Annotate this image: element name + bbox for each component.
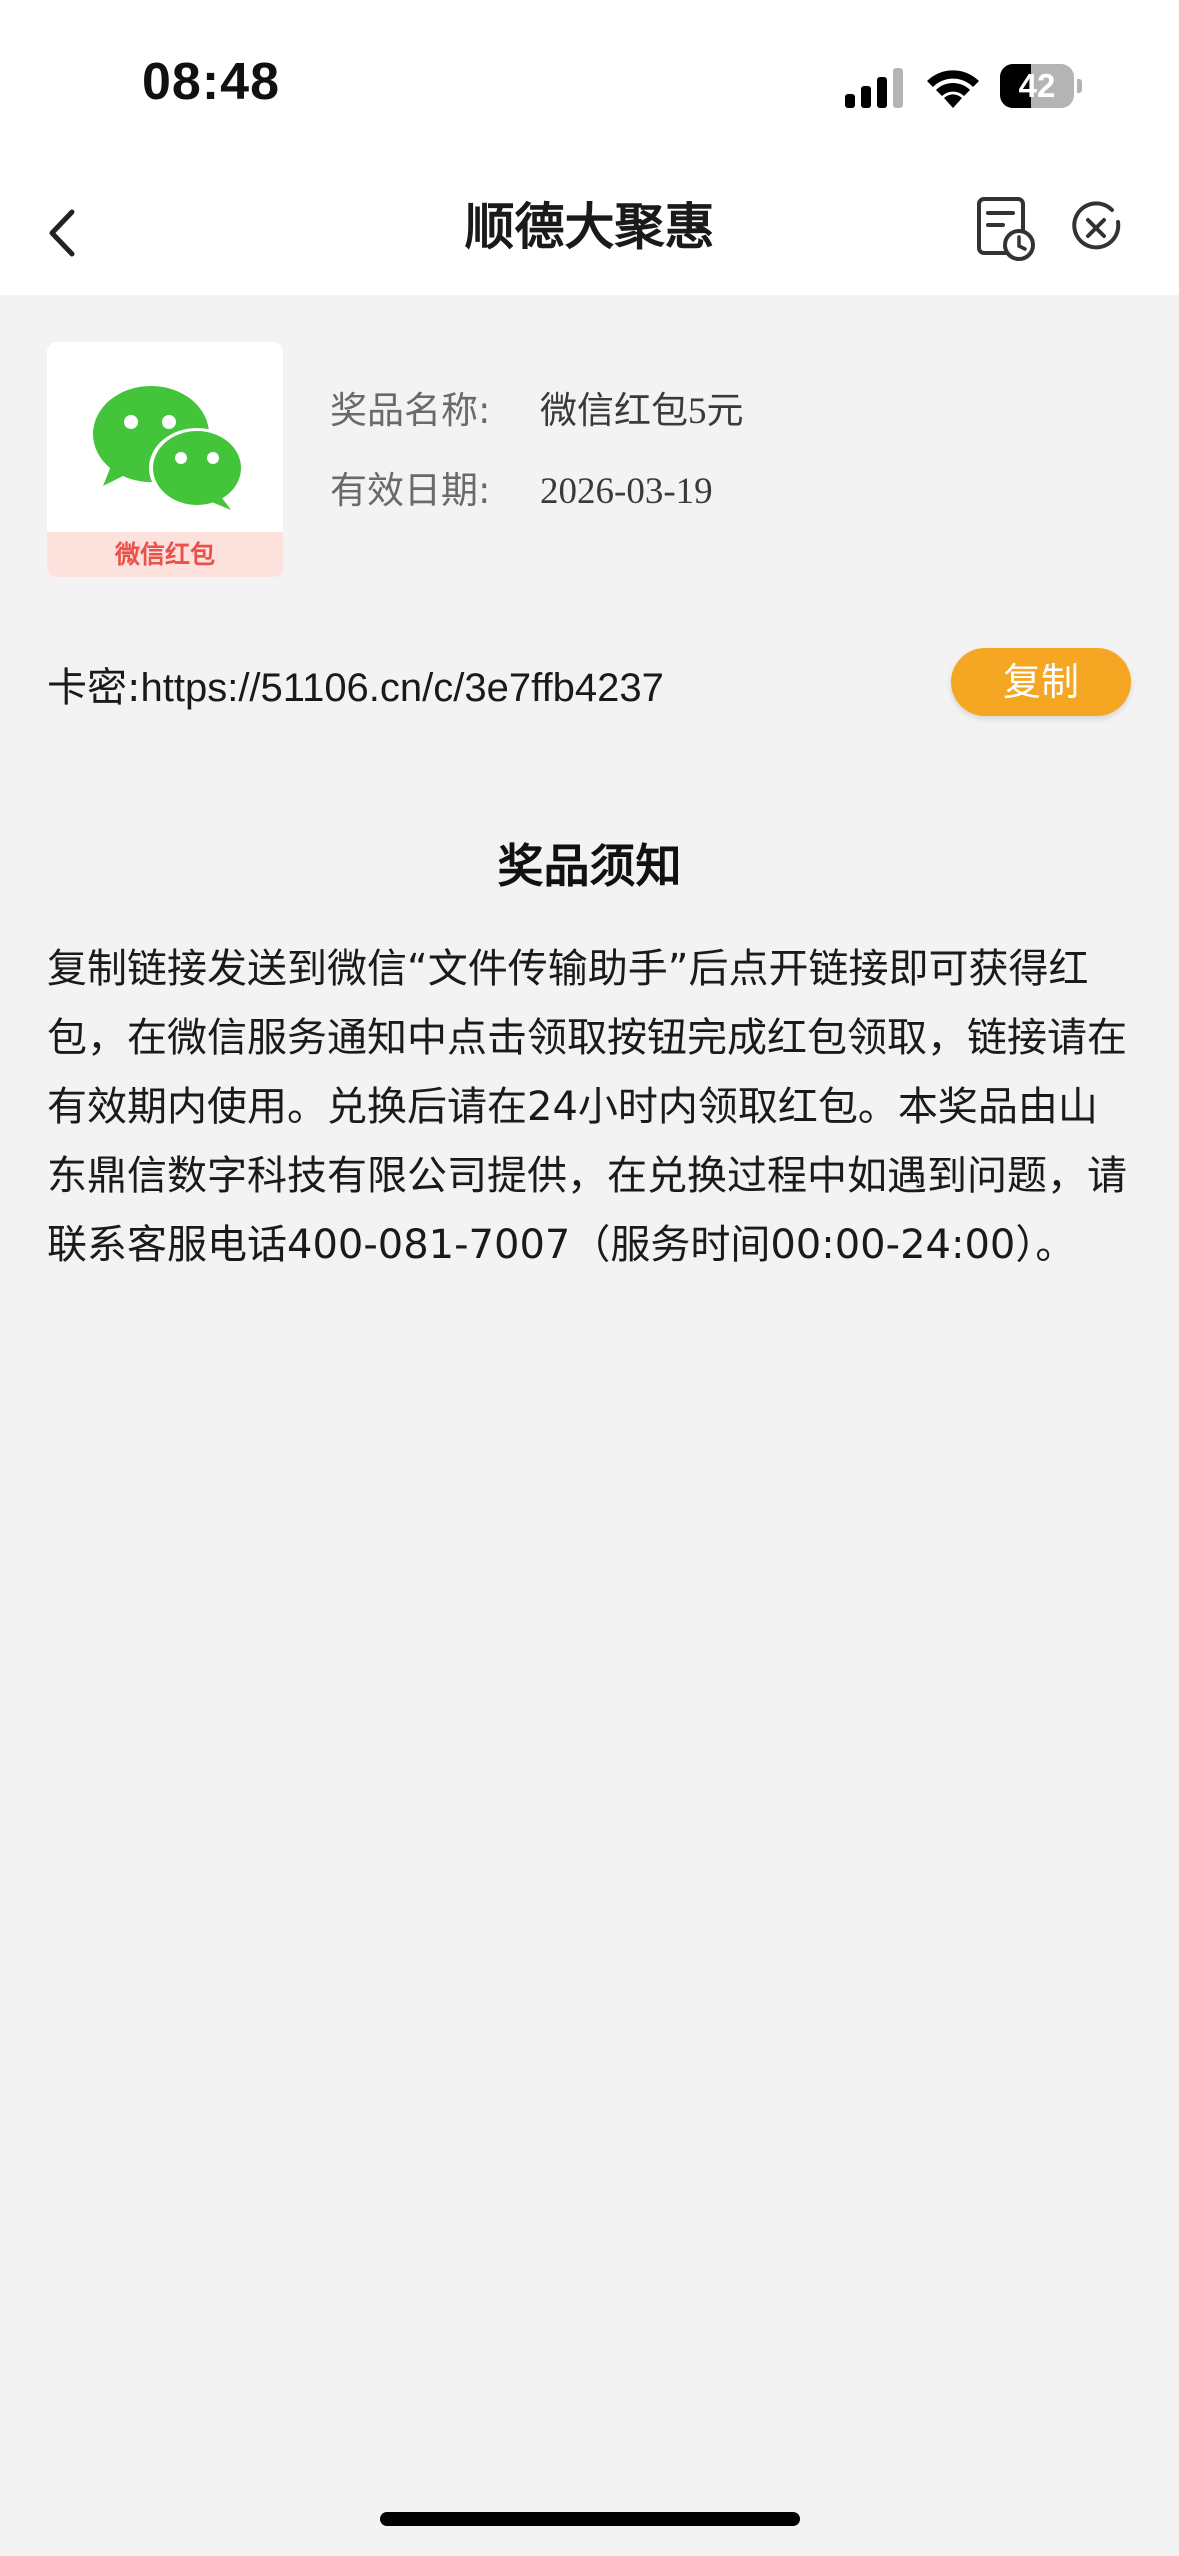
close-circle-icon[interactable] [1068,200,1124,256]
nav-bar: 顺德大聚惠 [0,170,1179,295]
prize-name-label: 奖品名称: [330,389,491,432]
status-bar: 08:48 42 [0,0,1179,170]
prize-date-row: 有效日期: 2026-03-19 [330,460,713,514]
card-secret-row: 卡密:https://51106.cn/c/3e7ffb4237 [47,655,664,713]
home-indicator[interactable] [380,2512,800,2526]
prize-date-value: 2026-03-19 [540,471,713,512]
notice-body: 复制链接发送到微信“文件传输助手”后点开链接即可获得红包，在微信服务通知中点击领… [47,946,1127,1268]
wechat-logo-icon [93,386,244,510]
battery-level: 42 [1018,67,1056,104]
status-time: 08:48 [142,53,280,111]
battery-icon: 42 [1000,64,1082,108]
prize-date-label: 有效日期: [330,469,491,512]
card-secret-label: 卡密: [47,665,141,711]
copy-button[interactable]: 复制 [951,648,1131,716]
card-secret-link: https://51106.cn/c/3e7ffb4237 [140,666,664,710]
order-history-icon[interactable] [975,195,1037,263]
prize-name-row: 奖品名称: 微信红包5元 [330,380,744,434]
signal-icon [845,68,903,108]
prize-card-label: 微信红包 [47,532,283,577]
wifi-icon [927,70,979,108]
prize-name-value: 微信红包5元 [540,391,744,432]
notice-title: 奖品须知 [497,839,682,893]
chevron-left-icon[interactable] [38,198,98,268]
prize-card: 微信红包 [47,342,283,577]
